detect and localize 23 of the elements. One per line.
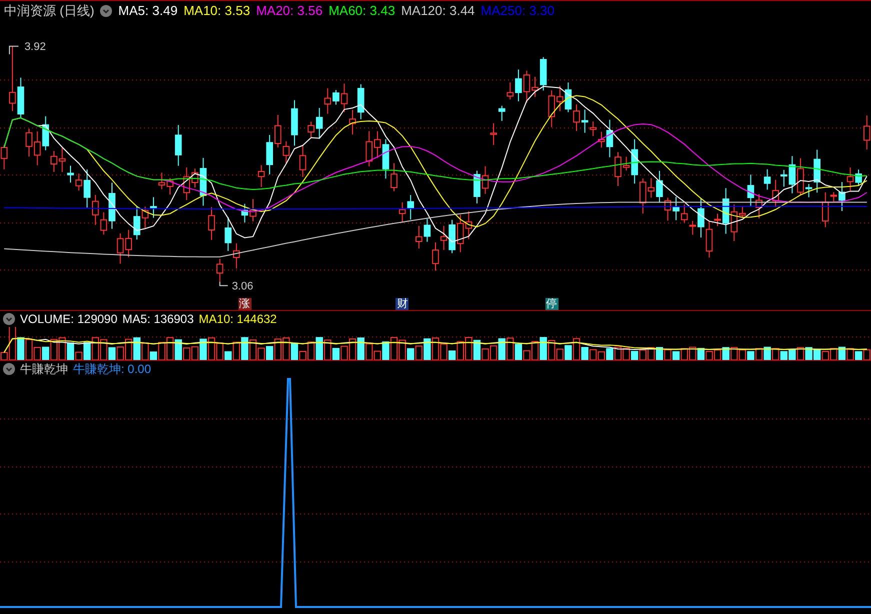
event-marker[interactable]: 涨 xyxy=(238,298,252,310)
event-marker[interactable]: 财 xyxy=(396,298,409,310)
candlestick xyxy=(216,258,224,282)
moving-average-value: MA250: 3.30 xyxy=(480,3,554,18)
price-high-label: 3.92 xyxy=(24,41,46,54)
indicator-title: 牛賺乾坤 xyxy=(20,360,68,378)
moving-average-value: MA10: 3.53 xyxy=(184,3,250,18)
moving-average-value: MA5: 3.49 xyxy=(118,3,178,18)
leader-line xyxy=(219,281,228,286)
leader-line xyxy=(8,46,19,55)
volume-value: MA10: 144632 xyxy=(198,312,277,326)
indicator-value: 牛賺乾坤: 0.00 xyxy=(73,360,152,378)
volume-value: MA5: 136903 xyxy=(122,312,194,326)
dropdown-icon[interactable] xyxy=(100,4,112,16)
dropdown-icon[interactable] xyxy=(3,313,15,325)
moving-average-value: MA60: 3.43 xyxy=(328,3,396,18)
stock-title: 中润资源 (日线) xyxy=(4,2,94,20)
volume-value: VOLUME: 129090 xyxy=(20,312,118,326)
event-marker[interactable]: 停 xyxy=(545,298,558,310)
moving-average-value: MA120: 3.44 xyxy=(401,3,475,18)
price-low-label: 3.06 xyxy=(232,280,254,293)
dropdown-icon[interactable] xyxy=(3,363,15,375)
moving-average-value: MA20: 3.56 xyxy=(256,3,323,18)
